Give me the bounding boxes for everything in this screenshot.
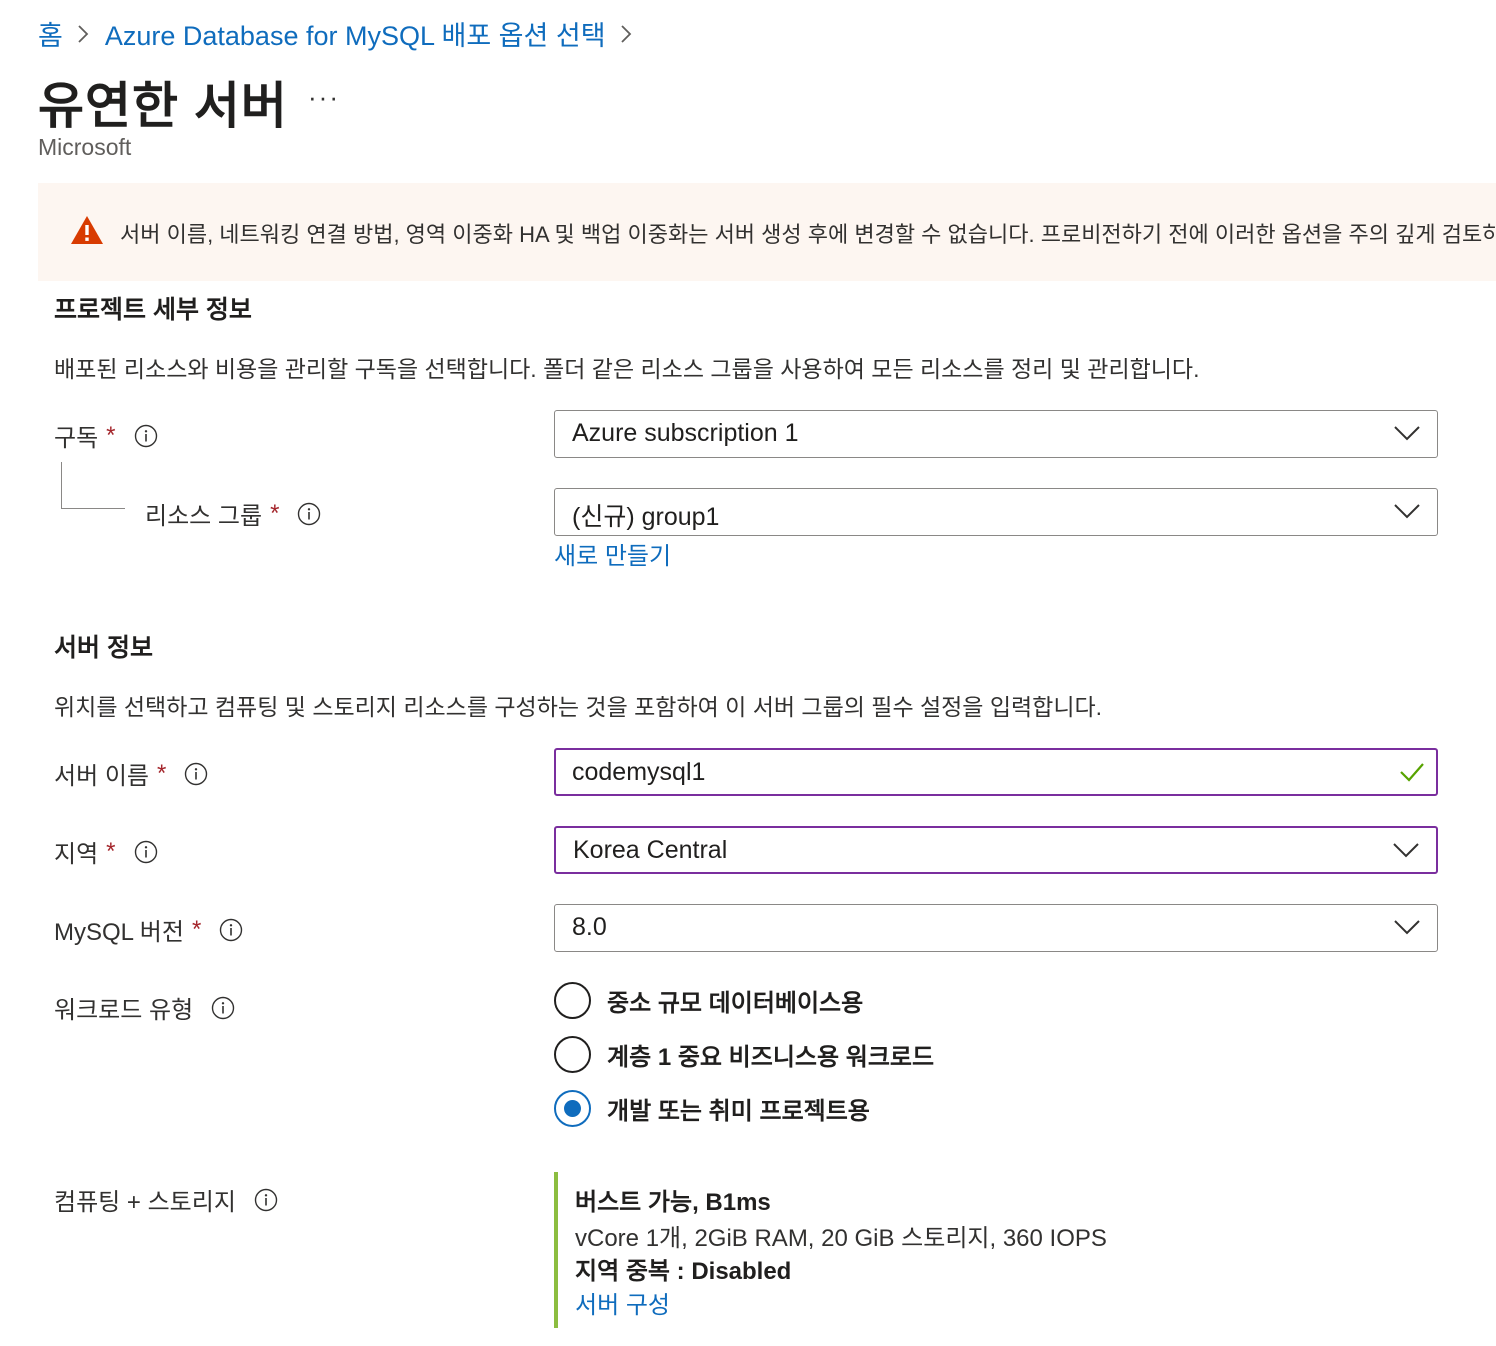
region-dropdown[interactable]: Korea Central — [554, 826, 1438, 874]
info-icon[interactable] — [134, 840, 158, 864]
resource-group-label: 리소스 그룹 * — [145, 496, 321, 531]
workload-type-label: 워크로드 유형 — [54, 990, 235, 1025]
mysql-version-dropdown[interactable]: 8.0 — [554, 904, 1438, 952]
radio-label: 계층 1 중요 비즈니스용 워크로드 — [607, 1044, 935, 1071]
radio-button[interactable] — [554, 982, 591, 1019]
configure-server-link[interactable]: 서버 구성 — [575, 1285, 670, 1320]
workload-option-tier1-business[interactable]: 계층 1 중요 비즈니스용 워크로드 — [554, 1036, 934, 1073]
workload-type-label-text: 워크로드 유형 — [54, 997, 194, 1024]
chevron-right-icon — [620, 24, 632, 44]
radio-button-selected[interactable] — [554, 1090, 591, 1127]
geo-redundancy-status: 지역 중복 : Disabled — [575, 1258, 792, 1285]
region-label-text: 지역 — [54, 841, 99, 868]
server-details-title: 서버 정보 — [54, 634, 153, 662]
subscription-label: 구독 * — [54, 418, 158, 453]
info-icon[interactable] — [134, 424, 158, 448]
required-marker: * — [157, 759, 167, 787]
resource-group-dropdown[interactable]: (신규) group1 — [554, 488, 1438, 536]
breadcrumb: 홈 Azure Database for MySQL 배포 옵션 선택 — [38, 14, 648, 53]
subscription-value: Azure subscription 1 — [572, 419, 799, 447]
tree-connector-vertical — [61, 462, 62, 508]
required-marker: * — [270, 499, 280, 527]
chevron-down-icon — [1393, 502, 1421, 525]
server-name-label-text: 서버 이름 — [54, 763, 149, 790]
workload-option-dev-hobby[interactable]: 개발 또는 취미 프로젝트용 — [554, 1090, 870, 1127]
publisher-label: Microsoft — [38, 134, 132, 160]
checkmark-icon — [1398, 760, 1426, 789]
create-new-resource-group-link[interactable]: 새로 만들기 — [554, 536, 671, 571]
compute-storage-label-text: 컴퓨팅 + 스토리지 — [54, 1189, 236, 1216]
server-details-description: 위치를 선택하고 컴퓨팅 및 스토리지 리소스를 구성하는 것을 포함하여 이 … — [54, 694, 1103, 720]
server-name-input[interactable] — [572, 756, 1352, 788]
info-icon[interactable] — [254, 1188, 278, 1212]
resource-group-value: (신규) group1 — [572, 503, 720, 531]
compute-spec: vCore 1개, 2GiB RAM, 20 GiB 스토리지, 360 IOP… — [575, 1225, 1107, 1252]
page-title: 유연한 서버 — [38, 78, 288, 134]
more-options-button[interactable]: ··· — [308, 82, 340, 113]
radio-button[interactable] — [554, 1036, 591, 1073]
region-label: 지역 * — [54, 834, 158, 869]
project-details-title: 프로젝트 세부 정보 — [54, 296, 252, 324]
chevron-down-icon — [1393, 424, 1421, 447]
server-name-field[interactable] — [554, 748, 1438, 796]
required-marker: * — [106, 421, 116, 449]
mysql-version-label-text: MySQL 버전 — [54, 919, 184, 946]
required-marker: * — [106, 837, 116, 865]
warning-icon — [70, 215, 104, 250]
info-icon[interactable] — [297, 502, 321, 526]
region-value: Korea Central — [573, 836, 728, 864]
info-icon[interactable] — [211, 996, 235, 1020]
workload-option-small-medium[interactable]: 중소 규모 데이터베이스용 — [554, 982, 863, 1019]
mysql-version-label: MySQL 버전 * — [54, 912, 243, 947]
radio-label: 개발 또는 취미 프로젝트용 — [607, 1098, 870, 1125]
breadcrumb-home-link[interactable]: 홈 — [38, 14, 63, 53]
compute-storage-summary: 버스트 가능, B1ms vCore 1개, 2GiB RAM, 20 GiB … — [554, 1172, 1254, 1328]
chevron-right-icon — [77, 24, 89, 44]
compute-storage-label: 컴퓨팅 + 스토리지 — [54, 1182, 278, 1217]
subscription-dropdown[interactable]: Azure subscription 1 — [554, 410, 1438, 458]
breadcrumb-mysql-options-link[interactable]: Azure Database for MySQL 배포 옵션 선택 — [105, 14, 606, 53]
info-icon[interactable] — [184, 762, 208, 786]
info-icon[interactable] — [219, 918, 243, 942]
project-details-description: 배포된 리소스와 비용을 관리할 구독을 선택합니다. 폴더 같은 리소스 그룹… — [54, 356, 1200, 382]
warning-text: 서버 이름, 네트워킹 연결 방법, 영역 이중화 HA 및 백업 이중화는 서… — [120, 222, 1496, 247]
chevron-down-icon — [1392, 841, 1420, 864]
tree-connector-horizontal — [61, 508, 125, 509]
chevron-down-icon — [1393, 918, 1421, 941]
mysql-version-value: 8.0 — [572, 913, 607, 941]
resource-group-label-text: 리소스 그룹 — [145, 503, 263, 530]
server-name-label: 서버 이름 * — [54, 756, 208, 791]
subscription-label-text: 구독 — [54, 425, 99, 452]
warning-banner: 서버 이름, 네트워킹 연결 방법, 영역 이중화 HA 및 백업 이중화는 서… — [38, 183, 1496, 281]
radio-label: 중소 규모 데이터베이스용 — [607, 990, 864, 1017]
required-marker: * — [191, 915, 202, 943]
compute-tier: 버스트 가능, B1ms — [575, 1189, 771, 1216]
